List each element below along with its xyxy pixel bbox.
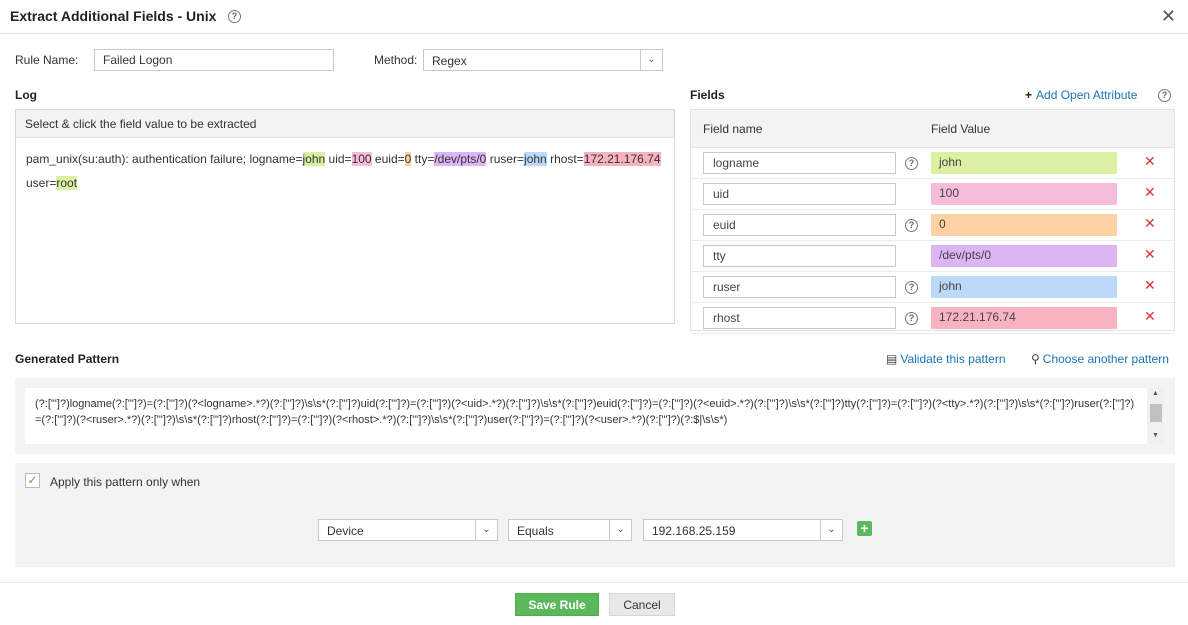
fields-section-title: Fields xyxy=(690,88,725,102)
search-icon: ⚲ xyxy=(1031,352,1040,366)
condition-operator-value: Equals xyxy=(517,524,554,538)
log-highlight-purple[interactable]: /dev/pts/0 xyxy=(434,152,487,166)
validate-pattern-label: Validate this pattern xyxy=(900,352,1006,366)
apply-pattern-label: Apply this pattern only when xyxy=(50,475,201,489)
log-section-title: Log xyxy=(15,88,37,102)
help-icon[interactable]: ? xyxy=(905,281,918,294)
field-rows: logname? john ✕ uid 100 ✕ euid? 0 ✕ tty/dev/pts/0… xyxy=(691,148,1174,334)
scroll-thumb[interactable] xyxy=(1150,404,1162,422)
condition-value-select[interactable]: 192.168.25.159 ⌄ xyxy=(643,519,843,541)
generated-pattern-title: Generated Pattern xyxy=(15,352,120,366)
fields-table: Field name Field Value logname? john ✕ uid 1… xyxy=(690,109,1175,334)
fields-table-header: Field name Field Value xyxy=(691,110,1174,148)
help-icon[interactable]: ? xyxy=(905,157,918,170)
condition-operator-select[interactable]: Equals ⌄ xyxy=(508,519,632,541)
delete-icon[interactable]: ✕ xyxy=(1144,277,1156,294)
help-icon[interactable]: ? xyxy=(905,219,918,232)
chevron-down-icon: ⌄ xyxy=(820,520,842,540)
delete-icon[interactable]: ✕ xyxy=(1144,153,1156,170)
field-value: 100 xyxy=(931,183,1117,205)
log-highlight-green[interactable]: john xyxy=(302,152,326,166)
field-name-input[interactable]: tty xyxy=(703,245,896,267)
column-header-field-name: Field name xyxy=(703,122,763,136)
column-header-field-value: Field Value xyxy=(931,122,991,136)
help-icon[interactable]: ? xyxy=(1158,89,1171,102)
log-highlight-red[interactable]: 172.21.176.74 xyxy=(583,152,661,166)
chevron-down-icon: ⌄ xyxy=(640,50,662,70)
rule-name-label: Rule Name: xyxy=(15,53,79,67)
log-segment: pam_unix(su:auth): authentication failur… xyxy=(26,152,303,166)
apply-pattern-checkbox[interactable]: ✓ xyxy=(25,473,40,488)
scroll-up-icon[interactable]: ▲ xyxy=(1152,390,1159,397)
log-panel: Select & click the field value to be ext… xyxy=(15,109,675,324)
field-value: john xyxy=(931,152,1117,174)
add-condition-button[interactable]: + xyxy=(857,521,872,536)
delete-icon[interactable]: ✕ xyxy=(1144,246,1156,263)
dialog-title: Extract Additional Fields - Unix xyxy=(10,8,217,24)
help-icon[interactable]: ? xyxy=(228,10,241,23)
field-row: tty/dev/pts/0 ✕ xyxy=(691,241,1174,272)
check-icon: ✓ xyxy=(27,473,38,487)
field-name-input[interactable]: logname xyxy=(703,152,896,174)
choose-pattern-link[interactable]: ⚲ Choose another pattern xyxy=(1031,352,1169,366)
delete-icon[interactable]: ✕ xyxy=(1144,215,1156,232)
chevron-down-icon: ⌄ xyxy=(475,520,497,540)
condition-panel: ✓ Apply this pattern only when Device ⌄ … xyxy=(15,463,1175,567)
log-segment: uid= xyxy=(325,152,352,166)
condition-value-value: 192.168.25.159 xyxy=(652,524,736,538)
rule-name-input[interactable] xyxy=(94,49,334,71)
field-name-input[interactable]: rhost xyxy=(703,307,896,329)
log-highlight-pink[interactable]: 100 xyxy=(351,152,372,166)
dialog-footer: Save Rule Cancel xyxy=(0,582,1188,625)
delete-icon[interactable]: ✕ xyxy=(1144,308,1156,325)
add-open-attribute-link[interactable]: + Add Open Attribute xyxy=(1025,88,1137,102)
log-segment: euid= xyxy=(371,152,405,166)
chevron-down-icon: ⌄ xyxy=(609,520,631,540)
field-row: euid? 0 ✕ xyxy=(691,210,1174,241)
field-name-input[interactable]: uid xyxy=(703,183,896,205)
help-icon[interactable]: ? xyxy=(905,312,918,325)
validate-pattern-link[interactable]: ▤ Validate this pattern xyxy=(886,352,1006,366)
method-select[interactable]: Regex ⌄ xyxy=(423,49,663,71)
field-name-input[interactable]: ruser xyxy=(703,276,896,298)
field-value: 0 xyxy=(931,214,1117,236)
validate-icon: ▤ xyxy=(886,352,898,366)
choose-pattern-label: Choose another pattern xyxy=(1042,352,1169,366)
method-label: Method: xyxy=(374,53,418,67)
delete-icon[interactable]: ✕ xyxy=(1144,184,1156,201)
pattern-scrollbar[interactable]: ▲ ▼ xyxy=(1148,388,1164,444)
field-row: logname? john ✕ xyxy=(691,148,1174,179)
log-segment: ruser= xyxy=(486,152,525,166)
scroll-down-icon[interactable]: ▼ xyxy=(1152,432,1159,439)
field-value: /dev/pts/0 xyxy=(931,245,1117,267)
field-row: ruser? john ✕ xyxy=(691,272,1174,303)
log-segment: user= xyxy=(26,176,57,190)
pattern-panel: (?:["']?)logname(?:["']?)=(?:["']?)(?<lo… xyxy=(15,378,1175,454)
field-row: rhost? 172.21.176.74 ✕ xyxy=(691,303,1174,334)
add-open-attribute-label: Add Open Attribute xyxy=(1036,88,1138,102)
log-text[interactable]: pam_unix(su:auth): authentication failur… xyxy=(16,138,674,204)
condition-field-value: Device xyxy=(327,524,364,538)
log-instruction: Select & click the field value to be ext… xyxy=(16,110,674,138)
condition-field-select[interactable]: Device ⌄ xyxy=(318,519,498,541)
field-value: john xyxy=(931,276,1117,298)
close-icon[interactable]: ✕ xyxy=(1161,6,1176,27)
log-segment: tty= xyxy=(411,152,435,166)
field-name-input[interactable]: euid xyxy=(703,214,896,236)
field-row: uid 100 ✕ xyxy=(691,179,1174,210)
dialog-header: Extract Additional Fields - Unix ? ✕ xyxy=(0,0,1188,34)
pattern-text[interactable]: (?:["']?)logname(?:["']?)=(?:["']?)(?<lo… xyxy=(25,388,1147,444)
log-highlight-green[interactable]: root xyxy=(56,176,78,190)
method-select-value: Regex xyxy=(432,54,467,68)
log-segment: rhost= xyxy=(546,152,584,166)
log-highlight-blue[interactable]: john xyxy=(524,152,547,166)
plus-icon: + xyxy=(1025,88,1033,102)
save-rule-button[interactable]: Save Rule xyxy=(515,593,599,616)
field-value: 172.21.176.74 xyxy=(931,307,1117,329)
cancel-button[interactable]: Cancel xyxy=(609,593,675,616)
